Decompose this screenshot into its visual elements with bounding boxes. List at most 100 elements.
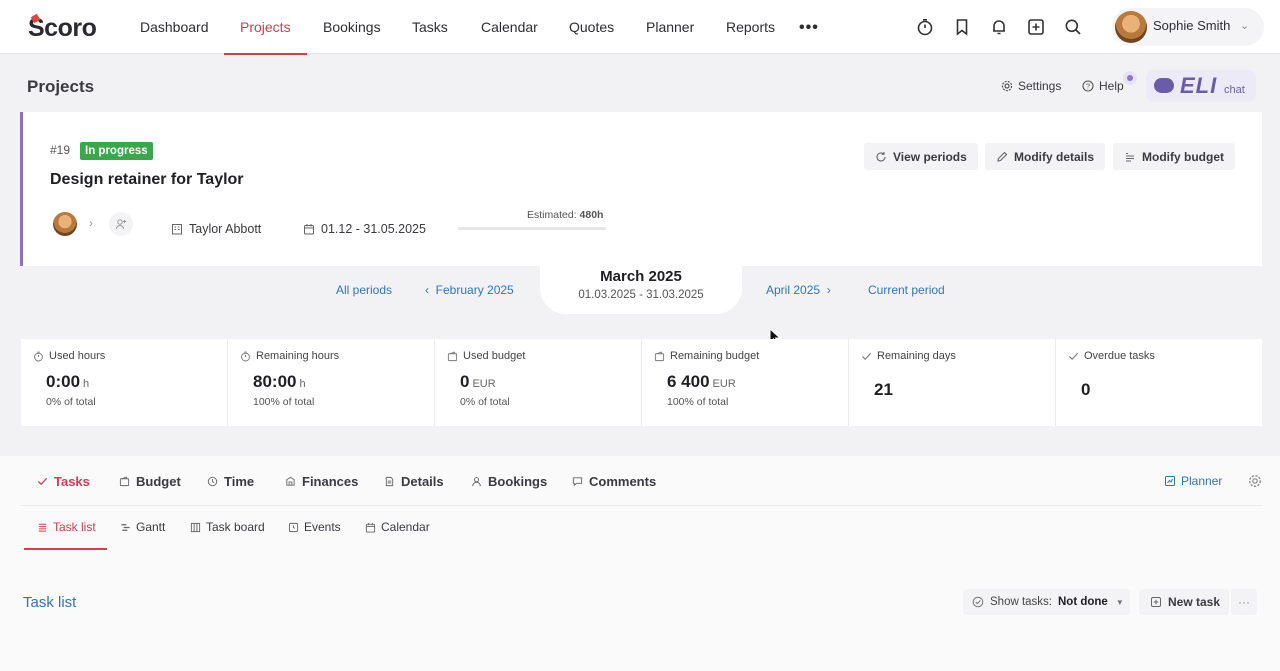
nav-bookings[interactable]: Bookings xyxy=(323,19,381,35)
add-user-button[interactable] xyxy=(109,212,133,236)
nav-tasks[interactable]: Tasks xyxy=(412,19,448,35)
stat-label: Used budget xyxy=(447,350,525,362)
stat-unit: h xyxy=(83,378,90,390)
project-manager-avatar[interactable] xyxy=(53,212,77,236)
user-menu[interactable]: Sophie Smith ⌄ xyxy=(1112,8,1264,46)
tab-details[interactable]: Details xyxy=(384,474,444,489)
nav-more-button[interactable]: ••• xyxy=(799,19,819,37)
project-card: #19 In progress Design retainer for Tayl… xyxy=(20,112,1262,266)
tab-tasks[interactable]: Tasks xyxy=(37,474,90,489)
event-icon xyxy=(288,522,299,532)
tab-budget[interactable]: Budget xyxy=(119,474,181,489)
add-square-icon xyxy=(1151,597,1161,607)
nav-projects[interactable]: Projects xyxy=(240,19,291,35)
tab-time-label: Time xyxy=(224,474,255,489)
stat-label-text: Remaining hours xyxy=(256,350,340,362)
tab-details-label: Details xyxy=(401,474,444,489)
stat-label-text: Overdue tasks xyxy=(1084,350,1155,362)
subtab-task-board[interactable]: Task board xyxy=(190,520,265,534)
subtab-task-list[interactable]: Task list xyxy=(37,520,96,534)
estimated-label: Estimated: xyxy=(527,209,577,221)
stat-used-budget: Used budget 0 EUR 0% of total xyxy=(435,339,642,426)
view-periods-button[interactable]: View periods xyxy=(864,143,978,170)
comment-icon xyxy=(572,477,583,487)
chevron-right-icon: › xyxy=(89,216,93,230)
stat-label-text: Used hours xyxy=(49,350,106,362)
stat-subtext: 0% of total xyxy=(46,396,96,408)
stat-value: 0 xyxy=(1081,380,1091,399)
bookmark-icon[interactable] xyxy=(951,16,973,38)
list-icon xyxy=(38,523,47,532)
subtab-calendar-label: Calendar xyxy=(381,520,430,534)
tab-bookings[interactable]: Bookings xyxy=(471,474,547,489)
filter-label: Show tasks: xyxy=(990,596,1052,608)
modify-details-button[interactable]: Modify details xyxy=(985,143,1106,170)
user-icon xyxy=(472,477,481,487)
task-list-title: Task list xyxy=(23,594,77,611)
subtab-active-underline xyxy=(24,548,107,550)
stat-remaining-days: Remaining days 21 xyxy=(849,339,1056,426)
calendar-icon xyxy=(304,224,314,235)
nav-reports[interactable]: Reports xyxy=(726,19,775,35)
current-period-range: 01.03.2025 - 31.03.2025 xyxy=(578,289,704,301)
next-period-link[interactable]: April 2025 › xyxy=(766,283,831,297)
estimated-progress-bar xyxy=(458,227,606,230)
all-periods-link[interactable]: All periods xyxy=(336,283,392,297)
scoro-logo[interactable]: Scoro xyxy=(28,13,97,43)
modify-budget-label: Modify budget xyxy=(1142,149,1224,164)
nav-calendar[interactable]: Calendar xyxy=(481,19,538,35)
tab-time[interactable]: Time xyxy=(207,474,254,489)
help-label: Help xyxy=(1099,79,1124,93)
subtab-gantt[interactable]: Gantt xyxy=(120,520,165,534)
gear-icon[interactable] xyxy=(1248,474,1262,488)
search-icon[interactable] xyxy=(1062,16,1084,38)
project-date-range: 01.12 - 31.05.2025 xyxy=(321,222,426,236)
project-number: #19 xyxy=(50,143,71,157)
modify-budget-button[interactable]: Modify budget xyxy=(1113,143,1235,170)
gantt-icon xyxy=(121,523,130,531)
add-square-icon[interactable] xyxy=(1025,16,1047,38)
wallet-icon xyxy=(654,351,665,361)
stat-subtext: 100% of total xyxy=(667,396,729,408)
notification-dot xyxy=(1123,71,1137,85)
chevron-right-icon: › xyxy=(826,283,831,297)
new-task-button[interactable]: New task xyxy=(1139,589,1229,615)
stat-remaining-budget: Remaining budget 6 400 EUR 100% of total xyxy=(642,339,849,426)
estimated-hours: Estimated: 480h xyxy=(527,209,603,221)
tab-comments-label: Comments xyxy=(589,474,657,489)
show-tasks-filter[interactable]: Show tasks: Not done ▼ xyxy=(963,589,1130,615)
gear-icon xyxy=(1001,80,1013,92)
previous-period-label: February 2025 xyxy=(435,283,514,297)
stat-label: Remaining hours xyxy=(240,350,339,362)
subtab-task-board-label: Task board xyxy=(206,520,265,534)
add-user-icon xyxy=(116,219,126,230)
nav-dashboard[interactable]: Dashboard xyxy=(140,19,209,35)
client-name: Taylor Abbott xyxy=(189,222,262,236)
tab-comments[interactable]: Comments xyxy=(572,474,656,489)
stat-unit: h xyxy=(299,378,306,390)
nav-quotes[interactable]: Quotes xyxy=(569,19,614,35)
stopwatch-icon[interactable] xyxy=(914,16,936,38)
client-info[interactable]: Taylor Abbott xyxy=(171,222,261,236)
current-period-tab xyxy=(540,258,742,314)
nav-planner[interactable]: Planner xyxy=(646,19,694,35)
clock-icon xyxy=(207,476,218,487)
user-avatar xyxy=(1115,11,1147,43)
tab-tasks-label: Tasks xyxy=(54,474,90,489)
bell-icon[interactable] xyxy=(988,16,1010,38)
checkmark-icon xyxy=(1068,352,1079,360)
help-link[interactable]: ? Help xyxy=(1082,79,1124,93)
tab-bookings-label: Bookings xyxy=(488,474,548,489)
subtab-events[interactable]: Events xyxy=(288,520,341,534)
settings-link[interactable]: Settings xyxy=(1001,79,1061,93)
wallet-icon xyxy=(447,351,458,361)
more-options-button[interactable]: ··· xyxy=(1231,589,1257,615)
stat-overdue-tasks: Overdue tasks 0 xyxy=(1056,339,1262,426)
eli-chat-button[interactable]: ELI chat xyxy=(1146,70,1256,102)
subtab-calendar[interactable]: Calendar xyxy=(365,520,430,534)
tab-finances[interactable]: Finances xyxy=(285,474,358,489)
current-period-link[interactable]: Current period xyxy=(868,283,945,297)
stat-value-number: 0 xyxy=(460,372,470,391)
planner-link[interactable]: Planner xyxy=(1164,474,1222,488)
previous-period-link[interactable]: ‹ February 2025 xyxy=(425,283,514,297)
